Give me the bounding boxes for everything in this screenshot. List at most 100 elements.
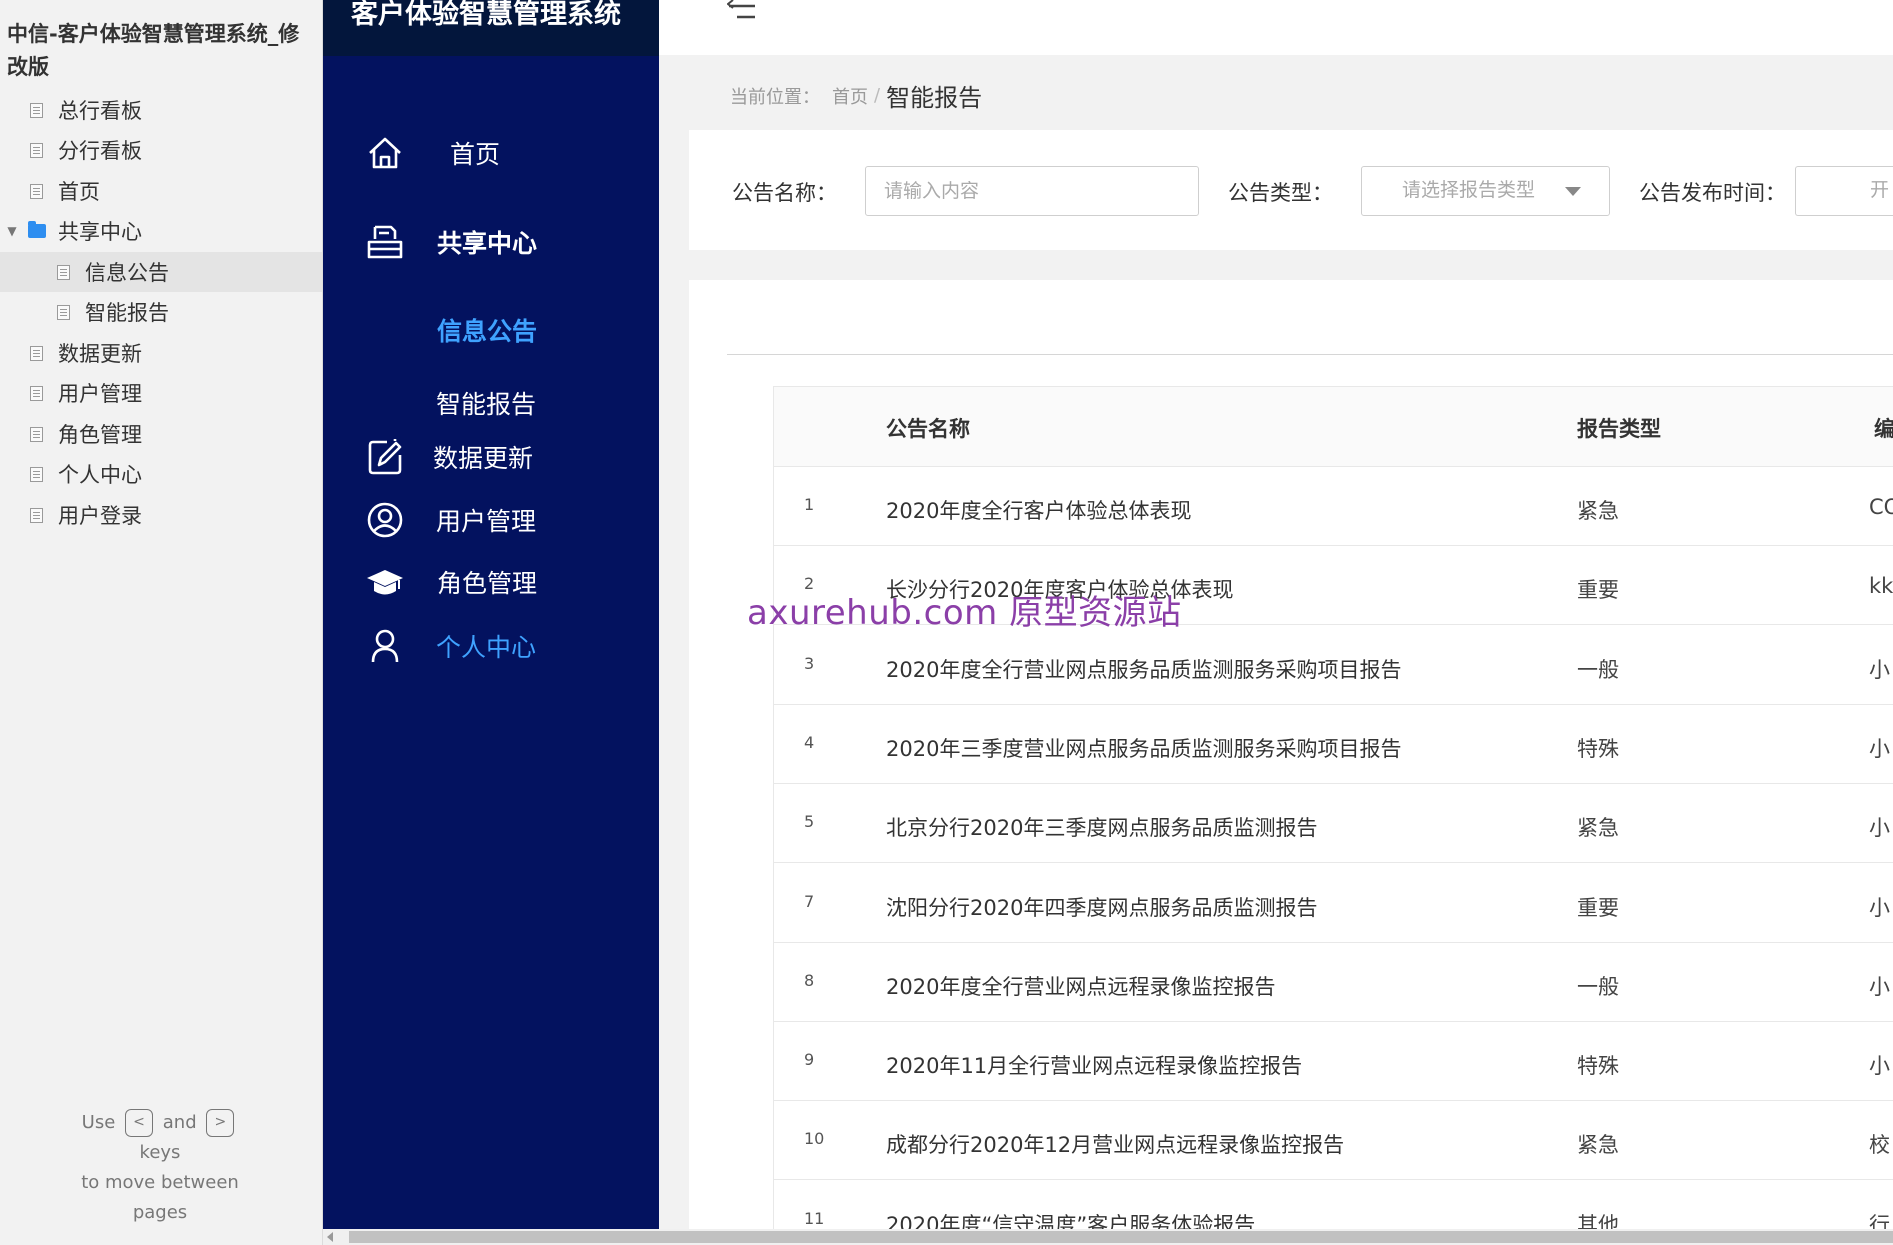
horizontal-scrollbar[interactable]: [323, 1229, 1893, 1245]
header-extra: 编: [1874, 417, 1893, 441]
table-panel: 公告名称 报告类型 编 12020年度全行客户体验总体表现紧急CO2长沙分行20…: [689, 280, 1893, 1245]
tree-item-label: 智能报告: [85, 301, 169, 325]
table-row[interactable]: 1 2020年度全行客户体验总体表现 紧急 CO: [774, 467, 1893, 546]
tree-item-用户管理[interactable]: 用户管理: [0, 373, 322, 413]
tree-item-共享中心[interactable]: ▼ 共享中心: [0, 211, 322, 251]
page-icon: [57, 264, 70, 280]
name-filter-label: 公告名称：: [732, 181, 837, 205]
scrollbar-thumb[interactable]: [349, 1231, 1893, 1243]
row-index: 11: [804, 1208, 825, 1228]
menu-label: 首页: [450, 140, 501, 169]
row-index: 7: [804, 891, 815, 911]
tree-item-信息公告[interactable]: 信息公告: [0, 252, 322, 292]
tree-item-label: 共享中心: [58, 220, 142, 244]
hint-to-move: to move between: [81, 1172, 239, 1193]
table-row[interactable]: 4 2020年三季度营业网点服务品质监测服务采购项目报告 特殊 小: [774, 705, 1893, 784]
row-name: 北京分行2020年三季度网点服务品质监测报告: [886, 816, 1318, 841]
tabs-divider: [727, 354, 1893, 355]
collapse-menu-icon[interactable]: [727, 0, 757, 22]
tree-item-个人中心[interactable]: 个人中心: [0, 454, 322, 494]
share-center-icon: [367, 225, 403, 259]
type-filter-placeholder: 请选择报告类型: [1402, 179, 1536, 201]
menu-item-smart-report[interactable]: 智能报告: [323, 378, 659, 428]
menu-label: 角色管理: [437, 569, 538, 598]
time-filter-input[interactable]: 开: [1795, 166, 1893, 216]
menu-label: 信息公告: [437, 317, 538, 346]
breadcrumb-current: 智能报告: [886, 84, 983, 112]
app-logo: 客户体验智慧管理系统: [323, 0, 659, 56]
menu-item-info-notice[interactable]: 信息公告: [323, 305, 659, 355]
caret-down-icon[interactable]: ▼: [2, 224, 22, 238]
page-icon: [57, 304, 70, 320]
row-extra: 校: [1869, 1133, 1890, 1158]
row-name: 成都分行2020年12月营业网点远程录像监控报告: [886, 1133, 1345, 1158]
row-index: 4: [804, 732, 815, 752]
breadcrumb-home-link[interactable]: 首页: [832, 83, 868, 109]
app-title: 客户体验智慧管理系统: [351, 0, 621, 30]
breadcrumb-prefix: 当前位置：: [730, 86, 820, 108]
table-row[interactable]: 5 北京分行2020年三季度网点服务品质监测报告 紧急 小: [774, 784, 1893, 864]
caret-down-icon: [1565, 187, 1581, 196]
hint-use: Use: [81, 1112, 116, 1133]
row-name: 2020年11月全行营业网点远程录像监控报告: [886, 1054, 1303, 1079]
menu-item-data-update[interactable]: 数据更新: [323, 432, 659, 482]
home-icon: [369, 137, 401, 169]
row-index: 3: [804, 653, 815, 673]
tree-item-总行看板[interactable]: 总行看板: [0, 90, 322, 130]
tree-item-label: 总行看板: [58, 99, 142, 123]
user-circle-icon: [367, 502, 403, 538]
row-extra: 小: [1869, 816, 1890, 841]
top-bar: [659, 0, 1893, 55]
table-row[interactable]: 3 2020年度全行营业网点服务品质监测服务采购项目报告 一般 小: [774, 626, 1893, 705]
page-icon: [30, 345, 43, 361]
menu-item-user-mgmt[interactable]: 用户管理: [323, 495, 659, 545]
tree-item-智能报告[interactable]: 智能报告: [0, 292, 322, 332]
hint-and: and: [162, 1112, 197, 1133]
name-filter-input[interactable]: [865, 166, 1199, 216]
menu-item-home[interactable]: 首页: [323, 128, 659, 178]
menu-item-personal-center[interactable]: 个人中心: [323, 621, 659, 671]
type-filter-select[interactable]: 请选择报告类型: [1361, 166, 1610, 216]
tree-item-label: 个人中心: [58, 463, 142, 487]
menu-item-share-center[interactable]: 共享中心: [323, 217, 659, 267]
hint-pages: pages: [132, 1202, 188, 1223]
keyboard-nav-hint: Use < and > keys to move between pages: [40, 1108, 280, 1228]
page-icon: [30, 385, 43, 401]
table-row[interactable]: 8 2020年度全行营业网点远程录像监控报告 一般 小: [774, 943, 1893, 1022]
row-index: 8: [804, 970, 815, 990]
table-row[interactable]: 10 成都分行2020年12月营业网点远程录像监控报告 紧急 校: [774, 1101, 1893, 1181]
row-name: 2020年度全行营业网点服务品质监测服务采购项目报告: [886, 657, 1402, 682]
tree-item-用户登录[interactable]: 用户登录: [0, 495, 322, 535]
row-extra: CO: [1869, 495, 1893, 519]
row-type: 紧急: [1577, 1133, 1619, 1158]
tree-item-label: 数据更新: [58, 342, 142, 366]
tree-item-角色管理[interactable]: 角色管理: [0, 414, 322, 454]
menu-label: 共享中心: [437, 229, 538, 258]
scroll-left-icon[interactable]: [327, 1232, 333, 1242]
tree-item-label: 用户登录: [58, 504, 142, 528]
row-index: 1: [804, 495, 815, 514]
menu-item-role-mgmt[interactable]: 角色管理: [323, 557, 659, 607]
header-name: 公告名称: [886, 417, 970, 441]
watermark-text: axurehub.com 原型资源站: [747, 593, 1182, 633]
tree-item-label: 首页: [58, 180, 100, 204]
row-extra: 小: [1869, 657, 1890, 682]
tree-item-分行看板[interactable]: 分行看板: [0, 130, 322, 170]
menu-label: 数据更新: [433, 444, 534, 473]
menu-label: 用户管理: [436, 507, 537, 536]
table-row[interactable]: 7 沈阳分行2020年四季度网点服务品质监测报告 重要 小: [774, 864, 1893, 943]
row-type: 一般: [1577, 974, 1619, 999]
tree-item-首页[interactable]: 首页: [0, 171, 322, 211]
row-type: 特殊: [1577, 1054, 1619, 1079]
table-row[interactable]: 9 2020年11月全行营业网点远程录像监控报告 特殊 小: [774, 1022, 1893, 1102]
page-icon: [30, 507, 43, 523]
tree-item-数据更新[interactable]: 数据更新: [0, 333, 322, 373]
hint-keys: keys: [139, 1142, 181, 1163]
tree-item-label: 信息公告: [85, 261, 169, 285]
row-extra: 小: [1869, 895, 1890, 920]
breadcrumb: 当前位置： 首页 / 智能报告: [730, 78, 982, 113]
table-header: 公告名称 报告类型 编: [774, 387, 1893, 467]
row-extra: 小: [1869, 736, 1890, 761]
row-extra: kk: [1869, 574, 1893, 599]
page-icon: [30, 142, 43, 158]
